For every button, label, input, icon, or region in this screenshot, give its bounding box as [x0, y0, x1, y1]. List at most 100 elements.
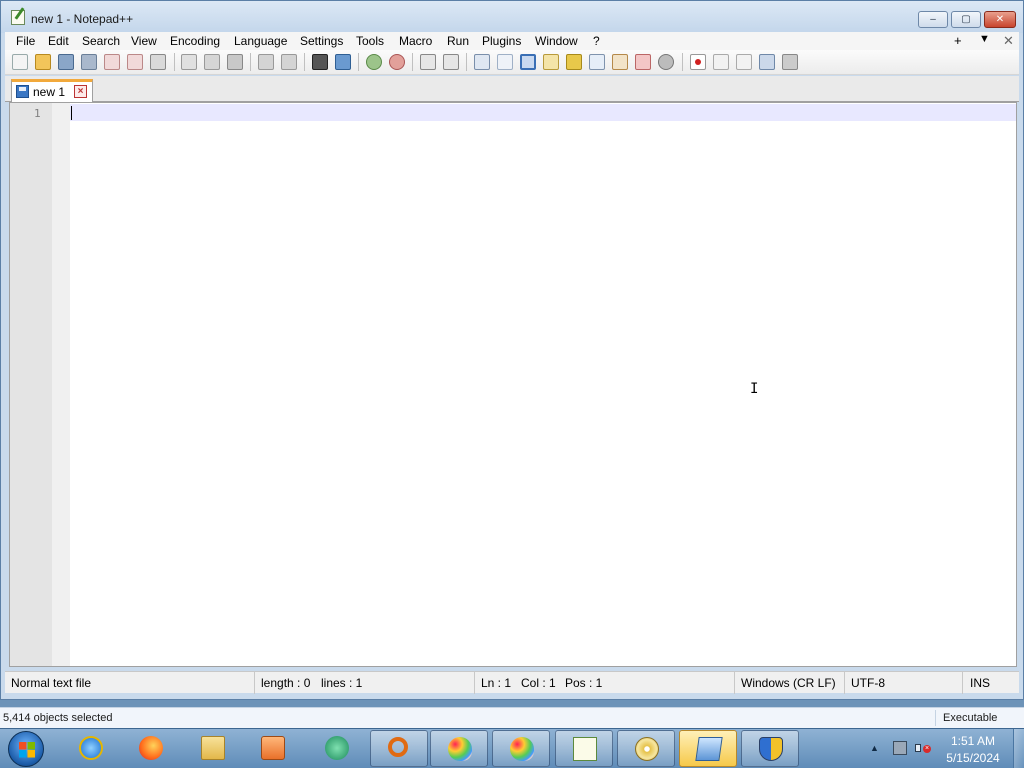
status-position-cell: Ln : 1 Col : 1 Pos : 1	[475, 672, 735, 694]
maximize-button[interactable]: ▢	[951, 11, 981, 28]
taskbar-notepad-plus-plus[interactable]	[555, 730, 613, 767]
record-dot	[695, 59, 701, 65]
word-wrap-icon[interactable]	[474, 54, 490, 70]
status-lines: lines : 1	[321, 676, 363, 690]
redo-icon[interactable]	[281, 54, 297, 70]
explorer-item-type: Executable	[943, 712, 998, 724]
open-file-icon[interactable]	[35, 54, 51, 70]
run-macro-multiple-icon[interactable]	[759, 54, 775, 70]
monitoring-icon[interactable]	[635, 54, 651, 70]
volume-muted-icon[interactable]: ×	[915, 741, 931, 755]
show-hidden-icons-button[interactable]: ▲	[870, 743, 879, 753]
status-encoding-cell[interactable]: UTF-8	[845, 672, 963, 694]
show-desktop-button[interactable]	[1013, 729, 1024, 768]
folder-as-workspace-icon[interactable]	[612, 54, 628, 70]
taskbar-security[interactable]	[741, 730, 799, 767]
cut-icon[interactable]	[181, 54, 197, 70]
replace-icon[interactable]	[335, 54, 351, 70]
document-map-icon[interactable]	[566, 54, 582, 70]
taskbar-media-player[interactable]	[244, 730, 302, 767]
undo-icon[interactable]	[258, 54, 274, 70]
taskbar-internet-explorer[interactable]	[62, 730, 120, 767]
playback-macro-icon[interactable]	[736, 54, 752, 70]
close-icon[interactable]	[104, 54, 120, 70]
status-eol-cell[interactable]: Windows (CR LF)	[735, 672, 845, 694]
notepad-plus-plus-icon	[11, 10, 25, 25]
status-length: length : 0	[261, 676, 311, 690]
clock-time[interactable]: 1:51 AM	[945, 734, 1001, 748]
status-mode: INS	[970, 676, 991, 690]
taskbar: ▲ × 1:51 AM 5/15/2024	[0, 728, 1024, 768]
network-icon[interactable]	[893, 741, 907, 755]
paste-icon[interactable]	[227, 54, 243, 70]
status-ln: Ln : 1	[481, 676, 512, 690]
stop-recording-icon[interactable]	[713, 54, 729, 70]
clock-date[interactable]: 5/15/2024	[942, 751, 1004, 765]
toolbar-separator	[174, 53, 175, 71]
taskbar-display-settings[interactable]	[679, 730, 737, 767]
menu-file[interactable]: File	[16, 34, 35, 48]
status-encoding: UTF-8	[851, 676, 885, 690]
print-icon[interactable]	[150, 54, 166, 70]
media-player-icon	[261, 736, 285, 760]
new-file-icon[interactable]	[12, 54, 28, 70]
sync-vertical-icon[interactable]	[420, 54, 436, 70]
display-settings-icon	[695, 737, 723, 761]
menu-window[interactable]: Window	[535, 34, 578, 48]
new-tab-button[interactable]: +	[954, 33, 962, 48]
tab-new-1[interactable]: new 1 ×	[11, 79, 93, 102]
status-file-type: Normal text file	[11, 676, 92, 690]
menu-macro[interactable]: Macro	[399, 34, 432, 48]
fold-margin[interactable]	[52, 103, 70, 666]
menu-run[interactable]: Run	[447, 34, 469, 48]
close-window-button[interactable]: ✕	[984, 11, 1016, 28]
status-file-type-cell: Normal text file	[5, 672, 255, 694]
taskbar-paint-2[interactable]	[492, 730, 550, 767]
menu-language[interactable]: Language	[234, 34, 287, 48]
taskbar-disc[interactable]	[617, 730, 675, 767]
zoom-out-icon[interactable]	[389, 54, 405, 70]
record-macro-icon[interactable]	[690, 54, 706, 70]
minimize-button[interactable]: ‒	[918, 11, 948, 28]
status-mode-cell[interactable]: INS	[963, 672, 1019, 694]
menu-edit[interactable]: Edit	[48, 34, 69, 48]
function-list-icon[interactable]	[589, 54, 605, 70]
save-icon[interactable]	[58, 54, 74, 70]
start-recording-preview-icon[interactable]	[658, 54, 674, 70]
menu-tools[interactable]: Tools	[356, 34, 384, 48]
menu-bar: File Edit Search View Encoding Language …	[5, 32, 1019, 50]
menu-view[interactable]: View	[131, 34, 157, 48]
editor-area[interactable]: 1 I	[9, 102, 1017, 667]
taskbar-file-explorer[interactable]	[184, 730, 242, 767]
menu-plugins[interactable]: Plugins	[482, 34, 521, 48]
menu-search[interactable]: Search	[82, 34, 120, 48]
mute-x: ×	[923, 745, 931, 753]
menu-encoding[interactable]: Encoding	[170, 34, 220, 48]
save-macro-icon[interactable]	[782, 54, 798, 70]
taskbar-paint-1[interactable]	[430, 730, 488, 767]
file-explorer-icon	[201, 736, 225, 760]
user-language-icon[interactable]	[543, 54, 559, 70]
paint-icon	[448, 737, 472, 761]
save-all-icon[interactable]	[81, 54, 97, 70]
find-icon[interactable]	[312, 54, 328, 70]
menu-settings[interactable]: Settings	[300, 34, 343, 48]
zoom-in-icon[interactable]	[366, 54, 382, 70]
show-all-characters-icon[interactable]	[497, 54, 513, 70]
title-bar[interactable]: new 1 - Notepad++ ‒ ▢ ✕	[1, 1, 1023, 33]
copy-icon[interactable]	[204, 54, 220, 70]
tab-list-dropdown-button[interactable]: ▼	[979, 33, 990, 45]
indent-guide-icon[interactable]	[520, 54, 536, 70]
start-button[interactable]	[8, 731, 44, 767]
close-all-icon[interactable]	[127, 54, 143, 70]
menu-help[interactable]: ?	[593, 34, 600, 48]
tab-label: new 1	[33, 85, 66, 99]
sync-horizontal-icon[interactable]	[443, 54, 459, 70]
text-caret	[71, 106, 72, 120]
taskbar-search-tool[interactable]	[370, 730, 428, 767]
close-tab-icon[interactable]: ×	[74, 85, 87, 98]
taskbar-firefox[interactable]	[122, 730, 180, 767]
close-document-button[interactable]: ✕	[1003, 33, 1014, 49]
taskbar-media-center[interactable]	[308, 730, 366, 767]
speaker-shape	[915, 744, 921, 752]
